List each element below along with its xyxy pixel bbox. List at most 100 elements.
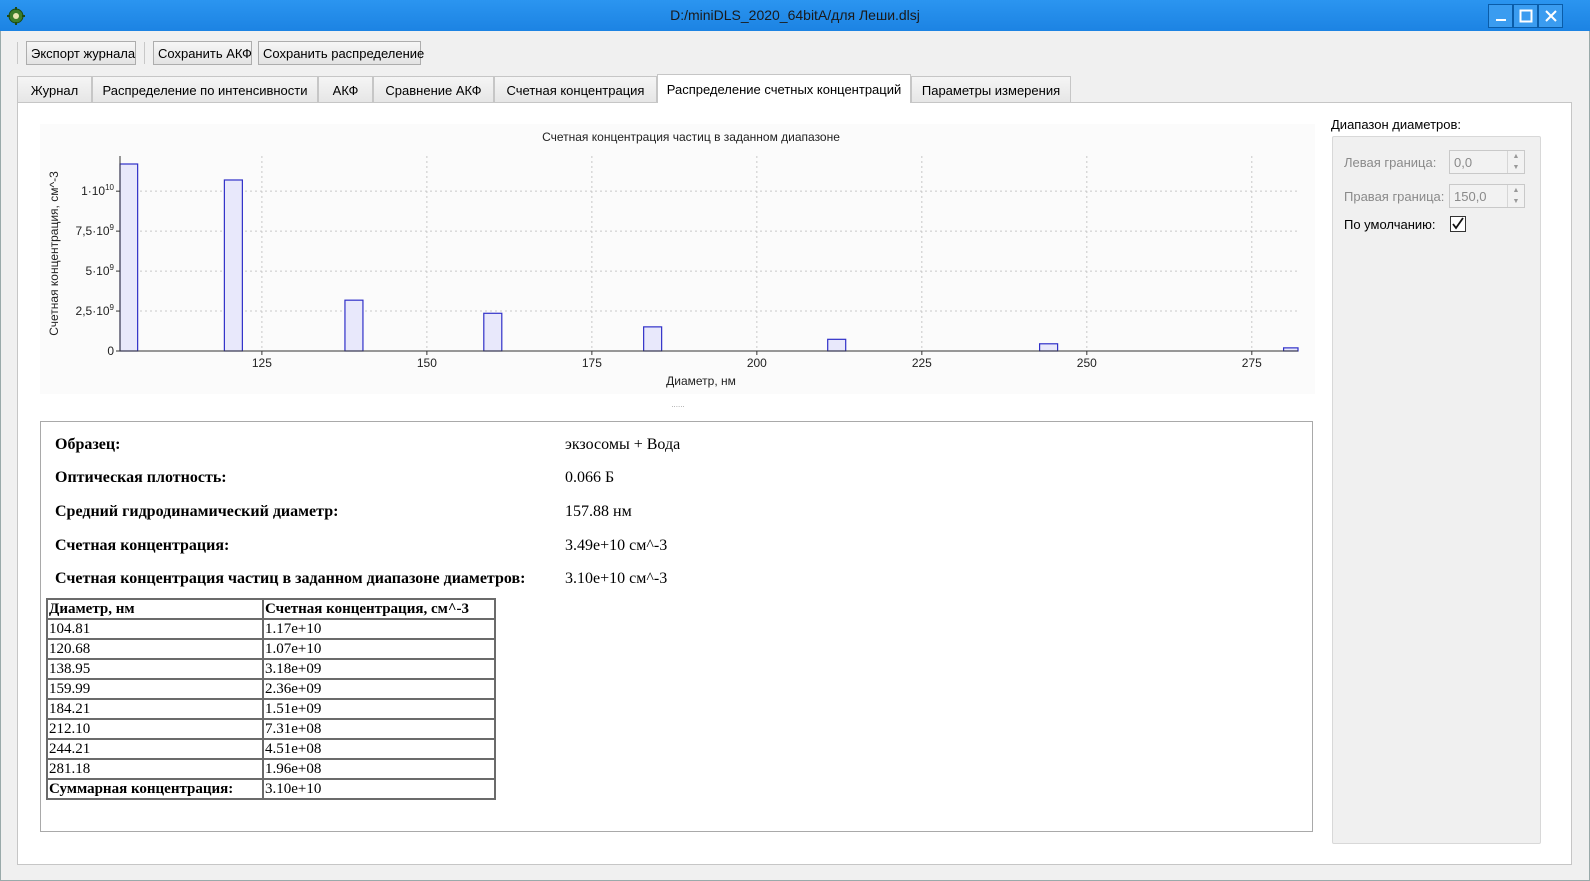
chart-bar	[344, 299, 364, 352]
tab-acf[interactable]: АКФ	[318, 76, 373, 102]
y-tick-label: 5·109	[86, 263, 115, 278]
toolbar-separator	[144, 42, 145, 64]
table-row: 138.95 3.18e+09	[46, 658, 496, 680]
save-distribution-button[interactable]: Сохранить распределение	[258, 41, 424, 65]
diameter-cell: 244.21	[46, 738, 264, 760]
x-tick-label: 250	[1077, 356, 1097, 370]
total-value: 3.10e+10	[262, 778, 496, 800]
export-journal-button[interactable]: Экспорт журнала	[26, 41, 136, 65]
left-bound-input[interactable]	[1452, 153, 1512, 171]
concentration-table: Диаметр, нм Счетная концентрация, см^-3 …	[46, 598, 496, 800]
x-tick-label: 125	[252, 356, 272, 370]
optical-density-label: Оптическая плотность:	[55, 469, 227, 486]
table-row: 159.99 2.36e+09	[46, 678, 496, 700]
chart-area: Счетная концентрация частиц в заданном д…	[40, 124, 1315, 394]
concentration-cell: 1.51e+09	[262, 698, 496, 720]
table-row: 212.10 7.31e+08	[46, 718, 496, 740]
y-axis-label: Счетная концентрация, см^-3	[47, 171, 61, 336]
diameter-cell: 281.18	[46, 758, 264, 780]
x-tick-label: 275	[1242, 356, 1262, 370]
right-bound-input[interactable]	[1452, 187, 1512, 205]
right-bound-spinbox[interactable]: ▲ ▼	[1449, 184, 1525, 208]
table-row: 184.21 1.51e+09	[46, 698, 496, 720]
tab-acf-comparison[interactable]: Сравнение АКФ	[373, 76, 494, 102]
count-concentration-label: Счетная концентрация:	[55, 537, 230, 554]
concentration-cell: 7.31e+08	[262, 718, 496, 740]
maximize-icon[interactable]	[1513, 4, 1538, 28]
save-acf-button[interactable]: Сохранить АКФ	[153, 41, 252, 65]
diameter-cell: 104.81	[46, 618, 264, 640]
window-title: D:/miniDLS_2020_64bitA/для Леши.dlsj	[670, 7, 920, 23]
chevron-down-icon[interactable]: ▼	[1508, 162, 1524, 173]
right-bound-label: Правая граница:	[1344, 189, 1445, 204]
optical-density-value: 0.066 Б	[565, 469, 615, 486]
checkmark-icon	[1452, 217, 1464, 230]
chart-bar	[223, 179, 243, 352]
concentration-cell: 4.51e+08	[262, 738, 496, 760]
chevron-up-icon[interactable]: ▲	[1508, 151, 1524, 162]
chevron-up-icon[interactable]: ▲	[1508, 185, 1524, 196]
chevron-down-icon[interactable]: ▼	[1508, 196, 1524, 207]
table-row: 244.21 4.51e+08	[46, 738, 496, 760]
table-row: 281.18 1.96e+08	[46, 758, 496, 780]
table-row: 120.68 1.07e+10	[46, 638, 496, 660]
y-tick-label: 2,5·109	[76, 303, 115, 318]
title-bar: D:/miniDLS_2020_64bitA/для Леши.dlsj	[0, 0, 1590, 31]
range-concentration-label: Счетная концентрация частиц в заданном д…	[55, 570, 526, 587]
range-concentration-value: 3.10e+10 см^-3	[565, 570, 668, 587]
y-tick-label: 0	[107, 344, 114, 358]
x-tick-label: 200	[747, 356, 767, 370]
table-total-row: Суммарная концентрация: 3.10e+10	[46, 778, 496, 800]
y-tick-label: 7,5·109	[76, 223, 115, 238]
concentration-cell: 2.36e+09	[262, 678, 496, 700]
count-distribution-chart: Счетная концентрация частиц в заданном д…	[47, 130, 1299, 388]
chart-bar	[119, 163, 139, 352]
concentration-cell: 1.07e+10	[262, 638, 496, 660]
diameter-cell: 184.21	[46, 698, 264, 720]
chart-title: Счетная концентрация частиц в заданном д…	[542, 130, 840, 144]
tab-count-concentration[interactable]: Счетная концентрация	[494, 76, 657, 102]
chart-bar	[827, 338, 847, 352]
toolbar-separator	[17, 42, 18, 64]
diameter-cell: 120.68	[46, 638, 264, 660]
sample-label: Образец:	[55, 436, 121, 453]
default-label: По умолчанию:	[1344, 217, 1436, 232]
y-tick-label: 1·1010	[81, 183, 114, 198]
default-checkbox[interactable]	[1450, 216, 1466, 232]
concentration-cell: 1.96e+08	[262, 758, 496, 780]
tab-count-distribution[interactable]: Распределение счетных концентраций	[657, 74, 911, 103]
tab-intensity-distribution[interactable]: Распределение по интенсивности	[92, 76, 318, 102]
left-bound-label: Левая граница:	[1344, 155, 1437, 170]
spin-arrows[interactable]: ▲ ▼	[1507, 185, 1524, 207]
count-concentration-value: 3.49e+10 см^-3	[565, 537, 668, 554]
chart-bar	[643, 326, 663, 352]
spin-arrows[interactable]: ▲ ▼	[1507, 151, 1524, 173]
range-group	[1332, 136, 1541, 844]
minimize-icon[interactable]	[1488, 4, 1513, 28]
range-group-title: Диапазон диаметров:	[1331, 117, 1461, 132]
x-tick-label: 225	[912, 356, 932, 370]
diameter-cell: 212.10	[46, 718, 264, 740]
total-label: Суммарная концентрация:	[46, 778, 264, 800]
close-icon[interactable]	[1538, 4, 1563, 28]
left-bound-spinbox[interactable]: ▲ ▼	[1449, 150, 1525, 174]
chart-bar	[1039, 343, 1059, 352]
diameter-cell: 159.99	[46, 678, 264, 700]
diameter-cell: 138.95	[46, 658, 264, 680]
table-row: 104.81 1.17e+10	[46, 618, 496, 640]
column-header: Счетная концентрация, см^-3	[262, 598, 496, 620]
mean-diameter-label: Средний гидродинамический диаметр:	[55, 503, 339, 520]
tab-measurement-params[interactable]: Параметры измерения	[911, 76, 1071, 102]
x-axis-label: Диаметр, нм	[666, 374, 736, 388]
sample-value: экзосомы + Вода	[565, 436, 681, 453]
concentration-cell: 1.17e+10	[262, 618, 496, 640]
x-tick-label: 150	[417, 356, 437, 370]
chart-bar	[483, 312, 503, 352]
mean-diameter-value: 157.88 нм	[565, 503, 632, 520]
column-header: Диаметр, нм	[46, 598, 264, 620]
table-header-row: Диаметр, нм Счетная концентрация, см^-3	[46, 598, 496, 620]
tab-journal[interactable]: Журнал	[17, 76, 92, 102]
x-tick-label: 175	[582, 356, 602, 370]
splitter-handle[interactable]: ......	[668, 401, 688, 409]
concentration-cell: 3.18e+09	[262, 658, 496, 680]
